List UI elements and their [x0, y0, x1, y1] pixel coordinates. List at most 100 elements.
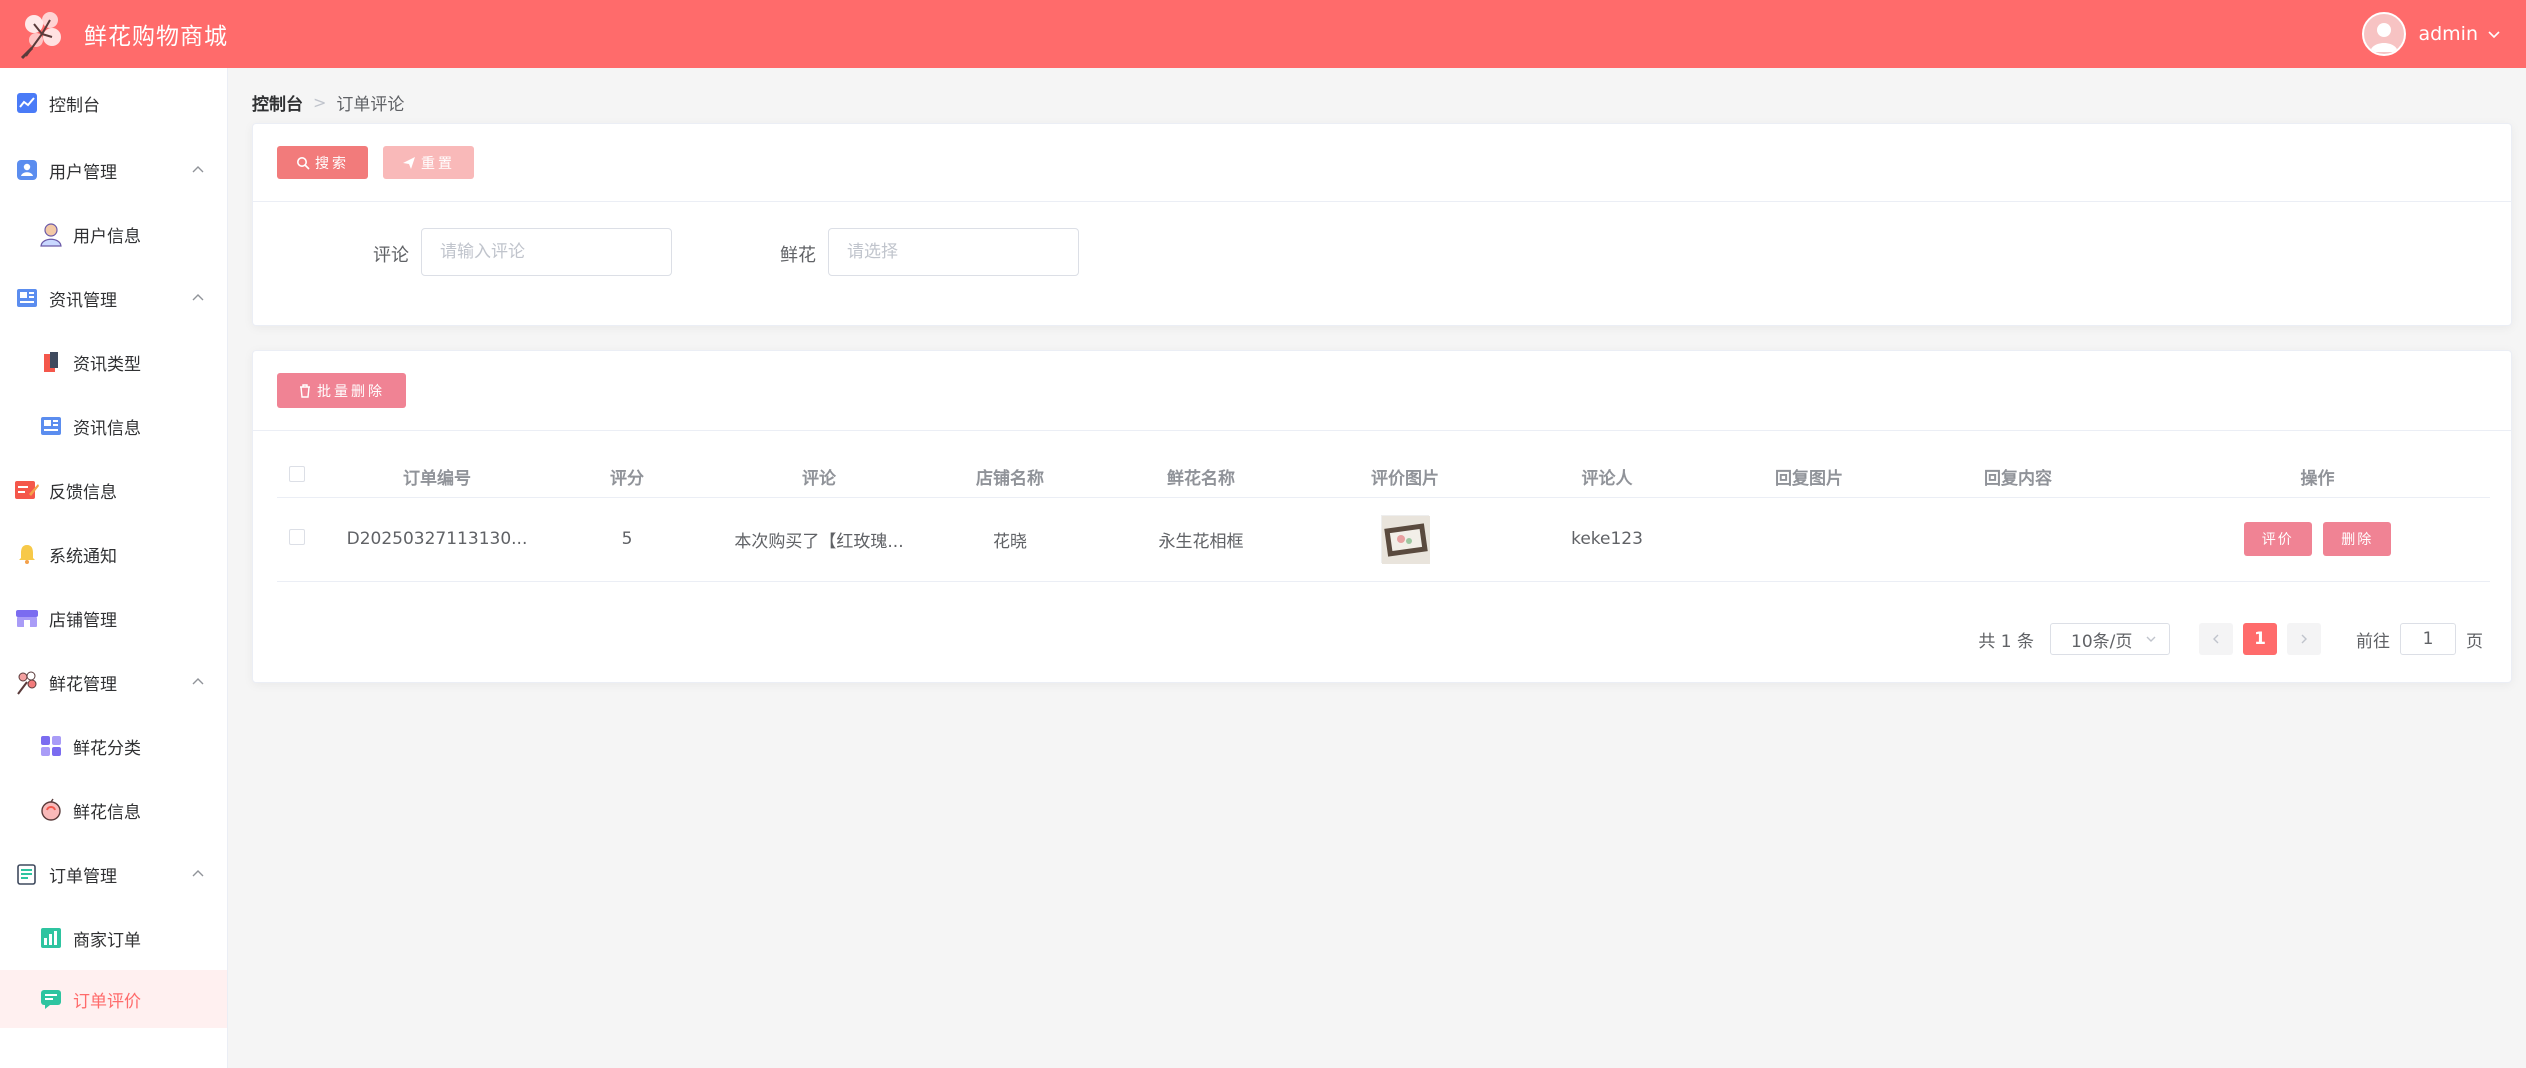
comment-input[interactable] — [421, 228, 672, 276]
col-review-image: 评价图片 — [1323, 457, 1487, 498]
sidebar-item-label: 控制台 — [49, 95, 100, 116]
chevron-up-icon — [192, 294, 204, 301]
select-all-checkbox[interactable] — [289, 466, 305, 483]
top-header: 鲜花购物商城 admin — [0, 0, 2526, 68]
sidebar-item-user-management[interactable]: 用户管理 — [0, 138, 227, 202]
search-toolbar: 搜索 重置 — [253, 124, 2511, 202]
app-title: 鲜花购物商城 — [84, 24, 228, 50]
sidebar-item-label: 系统通知 — [49, 546, 117, 567]
breadcrumb-root[interactable]: 控制台 — [252, 90, 303, 115]
col-reply-image: 回复图片 — [1727, 457, 1891, 498]
cell-shop: 花晓 — [941, 497, 1079, 582]
sidebar-item-feedback[interactable]: 反馈信息 — [0, 458, 227, 522]
search-button[interactable]: 搜索 — [277, 146, 368, 179]
col-reply-content: 回复内容 — [1891, 457, 2145, 498]
flower-select[interactable] — [828, 228, 1079, 276]
goto-label: 前往 — [2356, 631, 2390, 652]
user-menu[interactable]: admin — [2362, 12, 2526, 56]
search-card: 搜索 重置 评论 鲜花 — [252, 123, 2512, 326]
newspaper-icon — [14, 285, 40, 311]
filter-row: 评论 鲜花 — [253, 228, 2511, 278]
cell-review-image — [1323, 497, 1487, 582]
col-actions: 操作 — [2145, 457, 2490, 498]
flower-logo-icon — [10, 2, 74, 66]
cell-reviewer: keke123 — [1487, 497, 1727, 582]
sidebar-item-merchant-orders[interactable]: 商家订单 — [0, 906, 227, 970]
sidebar-item-news-info[interactable]: 资讯信息 — [0, 394, 227, 458]
brand[interactable]: 鲜花购物商城 — [0, 0, 228, 68]
evaluate-button[interactable]: 评价 — [2243, 522, 2312, 556]
col-comment: 评论 — [697, 457, 941, 498]
sidebar-item-label: 鲜花管理 — [49, 674, 117, 695]
sidebar-item-flower-management[interactable]: 鲜花管理 — [0, 650, 227, 714]
chevron-down-icon — [2146, 636, 2156, 642]
sidebar-item-news-management[interactable]: 资讯管理 — [0, 266, 227, 330]
col-shop: 店铺名称 — [941, 457, 1079, 498]
store-icon — [14, 605, 40, 631]
order-list-icon — [14, 861, 40, 887]
cell-comment: 本次购买了【红玫瑰... — [697, 497, 941, 582]
goto-page-input[interactable] — [2400, 623, 2456, 655]
bouquet-icon — [14, 669, 40, 695]
newspaper-icon — [38, 413, 64, 439]
cell-reply-content — [1891, 497, 2145, 582]
sidebar-item-label: 订单管理 — [49, 866, 117, 887]
chevron-left-icon — [2213, 634, 2219, 644]
page-number-current[interactable]: 1 — [2243, 623, 2277, 655]
sidebar-item-user-info[interactable]: 用户信息 — [0, 202, 227, 266]
chevron-up-icon — [192, 870, 204, 877]
pagination: 共 1 条 10条/页 1 前往 页 — [1978, 623, 2483, 655]
table-toolbar: 批量删除 — [253, 351, 2511, 431]
batch-delete-button[interactable]: 批量删除 — [277, 373, 406, 408]
search-button-label: 搜索 — [315, 155, 349, 172]
col-flower: 鲜花名称 — [1079, 457, 1323, 498]
reset-button-label: 重置 — [421, 155, 455, 172]
chat-review-icon — [38, 986, 64, 1012]
cell-score: 5 — [557, 497, 697, 582]
sidebar-item-dashboard[interactable]: 控制台 — [0, 68, 227, 138]
sidebar-item-shop-management[interactable]: 店铺管理 — [0, 586, 227, 650]
sidebar-item-order-reviews[interactable]: 订单评价 — [0, 970, 227, 1028]
table-header-row: 订单编号 评分 评论 店铺名称 鲜花名称 评价图片 评论人 回复图片 回复内容 … — [277, 457, 2490, 498]
pagination-total: 共 1 条 — [1978, 631, 2034, 652]
trash-icon — [300, 383, 310, 398]
sidebar-item-label: 资讯信息 — [73, 418, 141, 439]
send-icon — [403, 156, 415, 169]
row-checkbox[interactable] — [289, 528, 305, 545]
sidebar-item-notifications[interactable]: 系统通知 — [0, 522, 227, 586]
avatar — [2362, 12, 2407, 56]
prev-page-button[interactable] — [2199, 623, 2233, 655]
review-image-thumbnail[interactable] — [1381, 515, 1430, 564]
sidebar-item-news-type[interactable]: 资讯类型 — [0, 330, 227, 394]
sidebar-item-order-management[interactable]: 订单管理 — [0, 842, 227, 906]
cell-flower: 永生花相框 — [1079, 497, 1323, 582]
reset-button[interactable]: 重置 — [383, 146, 474, 179]
category-grid-icon — [38, 733, 64, 759]
sidebar-item-flower-info[interactable]: 鲜花信息 — [0, 778, 227, 842]
next-page-button[interactable] — [2287, 623, 2321, 655]
select-all-cell — [277, 457, 317, 498]
table-row: D20250327113130... 5 本次购买了【红玫瑰... 花晓 永生花… — [277, 497, 2490, 582]
sidebar-item-flower-category[interactable]: 鲜花分类 — [0, 714, 227, 778]
user-group-icon — [14, 157, 40, 183]
sidebar-item-label: 商家订单 — [73, 930, 141, 951]
col-reviewer: 评论人 — [1487, 457, 1727, 498]
page-size-select[interactable]: 10条/页 — [2050, 623, 2170, 655]
username: admin — [2418, 23, 2478, 45]
flower-icon — [38, 797, 64, 823]
sidebar-item-label: 资讯类型 — [73, 354, 141, 375]
search-icon — [297, 156, 310, 170]
feedback-edit-icon — [14, 477, 40, 503]
delete-button[interactable]: 删除 — [2323, 522, 2392, 556]
sidebar-item-label: 鲜花分类 — [73, 738, 141, 759]
page-size-value: 10条/页 — [2071, 631, 2133, 652]
chevron-up-icon — [192, 166, 204, 173]
sidebar-item-label: 店铺管理 — [49, 610, 117, 631]
bar-chart-icon — [38, 925, 64, 951]
sidebar-item-label: 用户信息 — [73, 226, 141, 247]
sidebar-item-label: 资讯管理 — [49, 290, 117, 311]
batch-delete-label: 批量删除 — [317, 383, 385, 400]
breadcrumb: 控制台 > 订单评论 — [252, 90, 404, 115]
col-order-no: 订单编号 — [317, 457, 557, 498]
table-card: 批量删除 订单编号 评分 评论 店铺名称 鲜花名称 评价图片 评论人 回复图片 … — [252, 350, 2512, 683]
